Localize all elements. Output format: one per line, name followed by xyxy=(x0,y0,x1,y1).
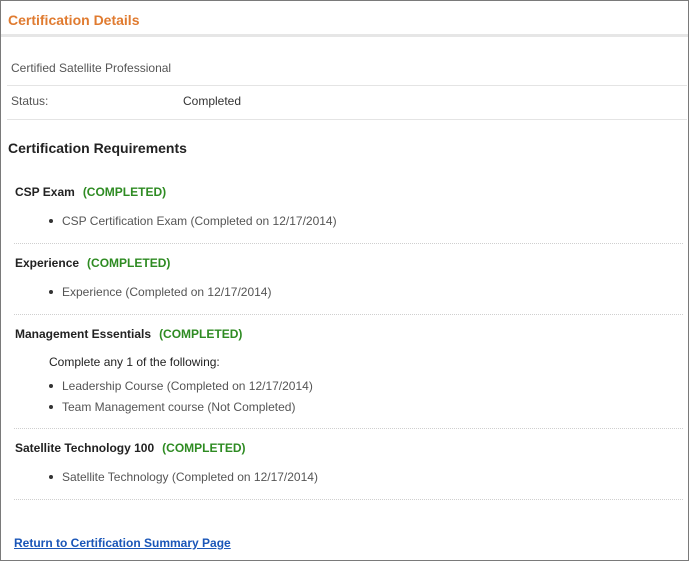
requirement-section-experience: Experience (COMPLETED) Experience (Comple… xyxy=(14,244,683,315)
requirement-name: CSP Exam xyxy=(15,185,75,199)
requirement-item: Experience (Completed on 12/17/2014) xyxy=(49,285,271,299)
requirement-title: Experience (COMPLETED) xyxy=(15,256,170,270)
requirement-name: Satellite Technology 100 xyxy=(15,441,155,455)
requirements-heading: Certification Requirements xyxy=(8,140,187,156)
requirement-section-satellite-technology-100: Satellite Technology 100 (COMPLETED) Sate… xyxy=(14,429,683,500)
certification-name: Certified Satellite Professional xyxy=(11,61,172,75)
requirement-item: Satellite Technology (Completed on 12/17… xyxy=(49,470,318,484)
return-to-summary-link[interactable]: Return to Certification Summary Page xyxy=(14,536,231,550)
requirement-title: CSP Exam (COMPLETED) xyxy=(15,185,166,199)
panel-header: Certification Details xyxy=(1,1,688,37)
requirement-name: Management Essentials xyxy=(15,327,152,341)
requirement-section-management-essentials: Management Essentials (COMPLETED) Complet… xyxy=(14,315,683,429)
requirement-note: Complete any 1 of the following: xyxy=(49,355,220,369)
requirement-item: Leadership Course (Completed on 12/17/20… xyxy=(49,379,313,393)
requirement-title: Satellite Technology 100 (COMPLETED) xyxy=(15,441,245,455)
requirement-section-csp-exam: CSP Exam (COMPLETED) CSP Certification Ex… xyxy=(14,171,683,244)
status-label: Status: xyxy=(11,94,49,108)
completed-status-badge: (COMPLETED) xyxy=(162,441,246,455)
status-value: Completed xyxy=(183,94,242,108)
certification-details-panel: Certification Details Certified Satellit… xyxy=(0,0,689,561)
completed-status-badge: (COMPLETED) xyxy=(87,256,171,270)
status-row: Status: Completed xyxy=(7,86,687,120)
requirement-item: Team Management course (Not Completed) xyxy=(49,400,295,414)
completed-status-badge: (COMPLETED) xyxy=(82,185,167,199)
certification-name-row: Certified Satellite Professional xyxy=(7,37,687,86)
completed-status-badge: (COMPLETED) xyxy=(159,327,243,341)
requirement-item: CSP Certification Exam (Completed on 12/… xyxy=(49,214,337,228)
requirement-name: Experience xyxy=(15,256,80,270)
page-title: Certification Details xyxy=(8,12,140,28)
requirement-title: Management Essentials (COMPLETED) xyxy=(15,327,242,341)
